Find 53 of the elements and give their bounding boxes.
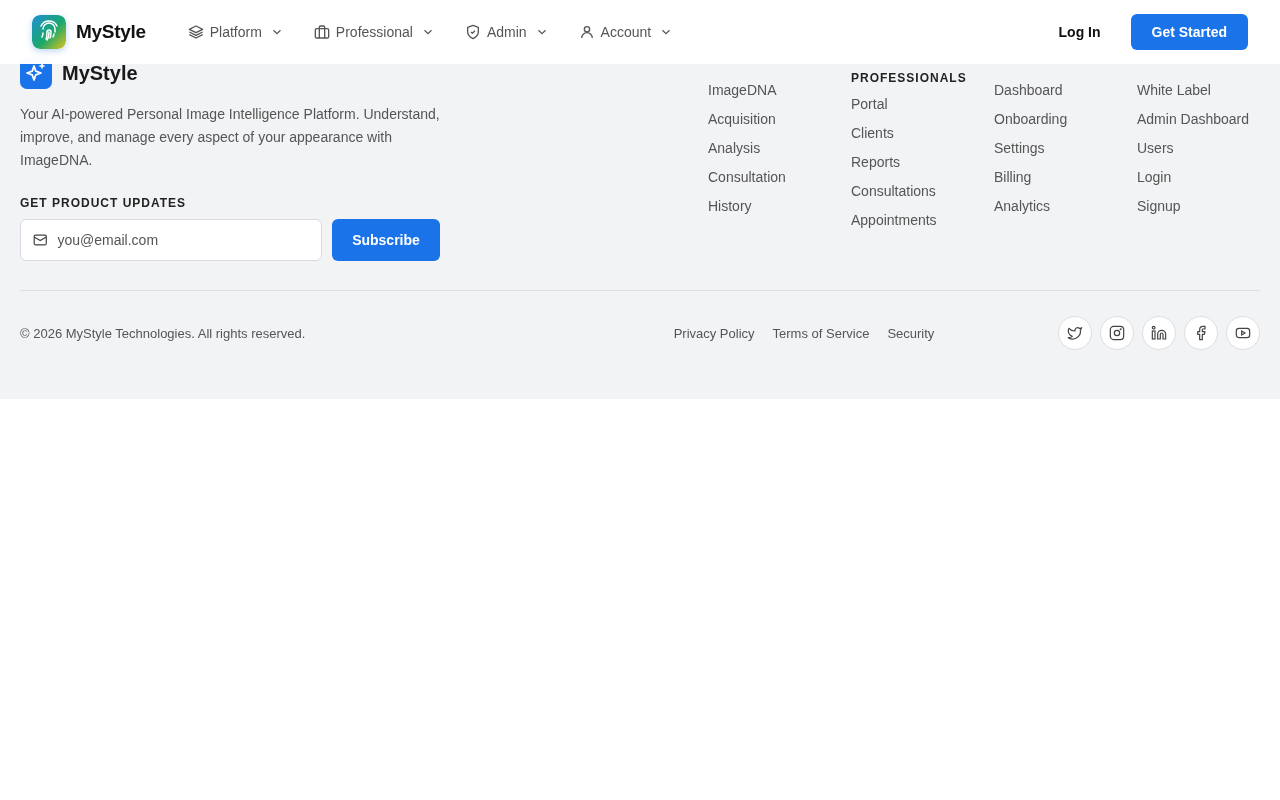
shield-check-icon xyxy=(464,24,481,40)
footer-brand-name: MyStyle xyxy=(62,61,138,85)
social-button[interactable] xyxy=(1226,316,1260,350)
brand-name[interactable]: MyStyle xyxy=(76,21,146,43)
footer-link[interactable]: Clients xyxy=(851,125,994,142)
email-field[interactable]: you@email.com xyxy=(20,219,322,261)
footer-link[interactable]: Analytics xyxy=(994,198,1137,215)
updates-heading: GET PRODUCT UPDATES xyxy=(20,196,188,210)
mail-icon xyxy=(33,232,48,248)
footer-link[interactable]: Appointments xyxy=(851,212,994,229)
footer-link[interactable]: History xyxy=(708,198,851,215)
user-icon xyxy=(578,24,595,40)
footer-link[interactable]: Consultations xyxy=(851,183,994,200)
legal-link[interactable]: Security xyxy=(887,325,935,341)
briefcase-icon xyxy=(313,24,330,40)
nav-menu-item[interactable]: Admin xyxy=(464,24,549,40)
email-input-field[interactable]: you@email.com xyxy=(55,231,309,249)
footer-link[interactable]: White Label xyxy=(1137,82,1260,99)
footer-link[interactable]: Users xyxy=(1137,140,1260,157)
instagram-icon xyxy=(1109,325,1125,341)
get-started-button[interactable]: Get Started xyxy=(1130,14,1248,50)
footer-link[interactable]: Onboarding xyxy=(994,111,1137,128)
social-button[interactable] xyxy=(1142,316,1176,350)
footer-link[interactable]: Portal xyxy=(851,96,994,113)
social-button[interactable] xyxy=(1100,316,1134,350)
footer-link[interactable]: Analysis xyxy=(708,140,851,157)
footer-link[interactable]: Signup xyxy=(1137,198,1260,215)
copyright-text: © 2026 MyStyle Technologies. All rights reserved. xyxy=(20,325,307,341)
layers-icon xyxy=(187,24,204,40)
social-button[interactable] xyxy=(1184,316,1218,350)
footer-link[interactable]: Reports xyxy=(851,154,994,171)
fingerprint-logo-icon xyxy=(32,15,66,49)
nav-menu-item[interactable]: Platform xyxy=(187,24,284,40)
social-button[interactable] xyxy=(1058,316,1092,350)
footer-link[interactable]: Settings xyxy=(994,140,1137,157)
footer-link[interactable]: Login xyxy=(1137,169,1260,186)
footer-link[interactable]: Acquisition xyxy=(708,111,851,128)
bird-icon xyxy=(1067,325,1083,341)
footer-link[interactable]: Consultation xyxy=(708,169,851,186)
footer-link[interactable]: ImageDNA xyxy=(708,82,851,99)
footer-link[interactable]: Dashboard xyxy=(994,82,1137,99)
footer-link[interactable]: Admin Dashboard xyxy=(1137,111,1260,128)
subscribe-button[interactable]: Subscribe xyxy=(332,219,440,261)
footer-description: Your AI-powered Personal Image Intelligence Platform. Understand, improve, and manage every aspect of your appearance with ImageDNA. xyxy=(20,105,440,170)
footer-link[interactable]: Billing xyxy=(994,169,1137,186)
column-heading: PROFESSIONALS xyxy=(851,71,968,85)
nav-menu-item[interactable]: Professional xyxy=(313,24,435,40)
log-in-button[interactable]: Log In xyxy=(1040,14,1119,50)
youtube-icon xyxy=(1235,325,1251,341)
linkedin-icon xyxy=(1151,325,1167,341)
legal-link[interactable]: Privacy Policy xyxy=(673,325,755,341)
legal-link[interactable]: Terms of Service xyxy=(772,325,870,341)
nav-menu-item[interactable]: Account xyxy=(578,24,674,40)
